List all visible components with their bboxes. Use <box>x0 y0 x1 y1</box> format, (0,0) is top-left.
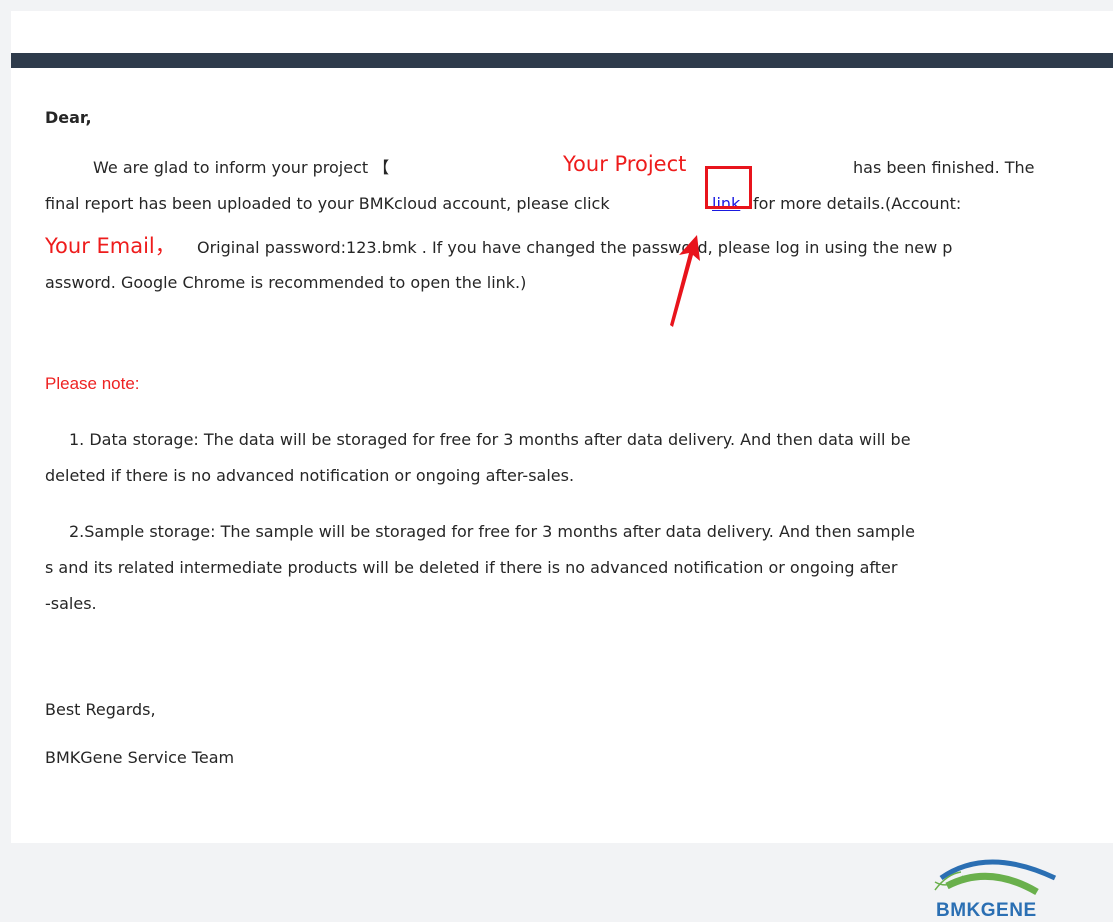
note1-line1: 1. Data storage: The data will be storag… <box>69 430 911 449</box>
closing: Best Regards, <box>45 700 156 719</box>
para1-line4: assword. Google Chrome is recommended to… <box>45 273 527 292</box>
logo-text: BMKGENE <box>936 900 1037 921</box>
greeting: Dear, <box>45 108 92 127</box>
para1-line1-end: has been finished. The <box>853 158 1035 177</box>
note2-line1: 2.Sample storage: The sample will be sto… <box>69 522 915 541</box>
para1-line2-start: final report has been uploaded to your B… <box>45 194 610 213</box>
link-highlight-box <box>705 166 752 209</box>
para1-line1: We are glad to inform your project 【 <box>93 156 389 180</box>
annotation-arrow <box>670 235 700 327</box>
para1-line2: final report has been uploaded to your B… <box>45 192 610 216</box>
header-bar <box>11 53 1113 68</box>
note1-line2: deleted if there is no advanced notifica… <box>45 466 575 485</box>
para1-line3-text: Original password:123.bmk . If you have … <box>197 238 953 257</box>
note2-line2: s and its related intermediate products … <box>45 558 898 577</box>
annotation-your-email: Your Email， <box>45 234 176 258</box>
signature: BMKGene Service Team <box>45 748 235 767</box>
para1-line3: Your Email， <box>45 234 176 260</box>
para1-line1-start: We are glad to inform your project 【 <box>93 158 390 177</box>
annotation-your-project: Your Project <box>563 152 687 176</box>
note2-line3: -sales. <box>45 594 97 613</box>
note-heading: Please note: <box>45 374 140 393</box>
email-card <box>11 11 1113 843</box>
para1-line2-end: for more details.(Account: <box>753 194 962 213</box>
